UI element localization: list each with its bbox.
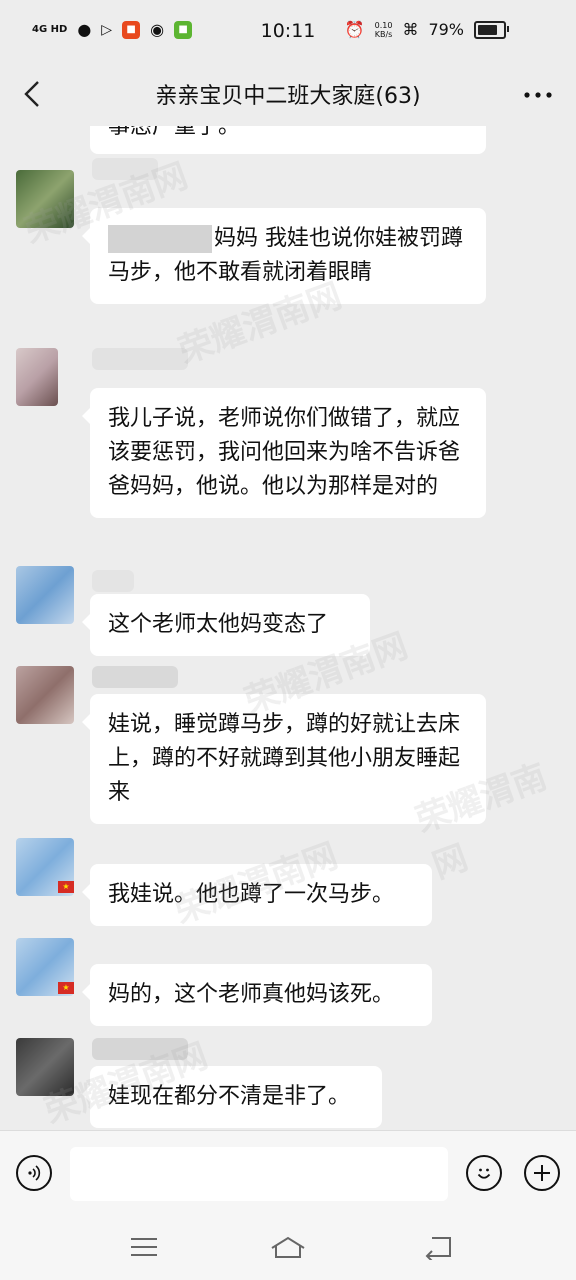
message-text: 妈的，这个老师真他妈该死。 [108,982,395,1007]
menu-icon [131,1238,157,1256]
message-input[interactable] [70,1147,448,1201]
wifi-icon: ⌘ [402,20,419,39]
menu-nav-button[interactable] [124,1230,164,1264]
blurred-name [108,225,212,253]
message-text: 娃现在都分不清是非了。 [108,1084,351,1109]
message-bubble[interactable]: 妈的，这个老师真他妈该死。 [82,964,432,1026]
message-text: 我娃说。他也蹲了一次马步。 [108,882,395,907]
chat-header: 亲亲宝贝中二班大家庭(63) [0,64,576,126]
flag-badge: ★ [58,881,74,893]
battery-icon [474,20,509,39]
back-nav-button[interactable] [420,1230,460,1264]
battery-percent: 79% [428,20,464,39]
message-input-bar [0,1130,576,1217]
message-bubble[interactable]: 娃说，睡觉蹲马步，蹲的好就让去床上，蹲的不好就蹲到其他小朋友睡起来 [82,694,486,824]
message-bubble[interactable]: 我娃说。他也蹲了一次马步。 [82,864,432,926]
message-text: 事态广重了。 [108,126,241,139]
sender-name-blurred [92,570,134,592]
return-icon [425,1237,451,1260]
emoji-icon [477,1168,491,1179]
message-bubble[interactable]: 这个老师太他妈变态了 [82,594,370,656]
sender-name-blurred [92,348,188,370]
emoji-button[interactable] [466,1155,502,1191]
back-button[interactable] [14,74,50,114]
message-bubble[interactable]: 娃现在都分不清是非了。 [82,1066,382,1128]
avatar[interactable] [16,1038,74,1096]
sender-name-blurred [92,666,178,688]
avatar[interactable] [16,566,74,624]
chat-title: 亲亲宝贝中二班大家庭(63) [155,84,421,109]
chat-message-list[interactable]: 事态广重了。 妈妈 我娃也说你娃被罚蹲马步，他不敢看就闭着眼睛 我儿子说，老师说… [0,126,576,1130]
chevron-left-icon [24,81,39,107]
message-text: 我儿子说，老师说你们做错了，就应该要惩罚，我问他回来为啥不告诉爸爸妈妈，他说。他… [108,406,461,499]
more-dots-icon [524,92,552,98]
message-text: 娃说，睡觉蹲马步，蹲的好就让去床上，蹲的不好就蹲到其他小朋友睡起来 [108,712,461,805]
home-icon [271,1236,305,1258]
home-nav-button[interactable] [268,1230,308,1264]
more-functions-button[interactable] [524,1155,560,1191]
alarm-icon: ⏰ [344,20,365,39]
voice-icon [28,1165,41,1181]
avatar[interactable] [16,666,74,724]
avatar[interactable] [16,170,74,228]
system-navigation-bar [0,1216,576,1280]
more-options-button[interactable] [520,76,556,112]
plus-icon [534,1165,550,1181]
voice-button[interactable] [16,1155,52,1191]
sender-name-blurred [92,1038,188,1060]
flag-badge: ★ [58,982,74,994]
avatar[interactable] [16,348,58,406]
sender-name-blurred [92,158,158,180]
message-bubble[interactable]: 我儿子说，老师说你们做错了，就应该要惩罚，我问他回来为啥不告诉爸爸妈妈，他说。他… [82,388,486,518]
message-text: 这个老师太他妈变态了 [108,612,329,637]
status-bar: 4G HD ● ▷ ■ ◉ ■ 10:11 ⏰ 0.10 KB/s ⌘ 79% [0,0,576,64]
network-speed: 0.10 KB/s [374,20,393,39]
message-bubble[interactable]: 事态广重了。 [90,126,486,154]
message-bubble[interactable]: 妈妈 我娃也说你娃被罚蹲马步，他不敢看就闭着眼睛 [82,208,486,304]
